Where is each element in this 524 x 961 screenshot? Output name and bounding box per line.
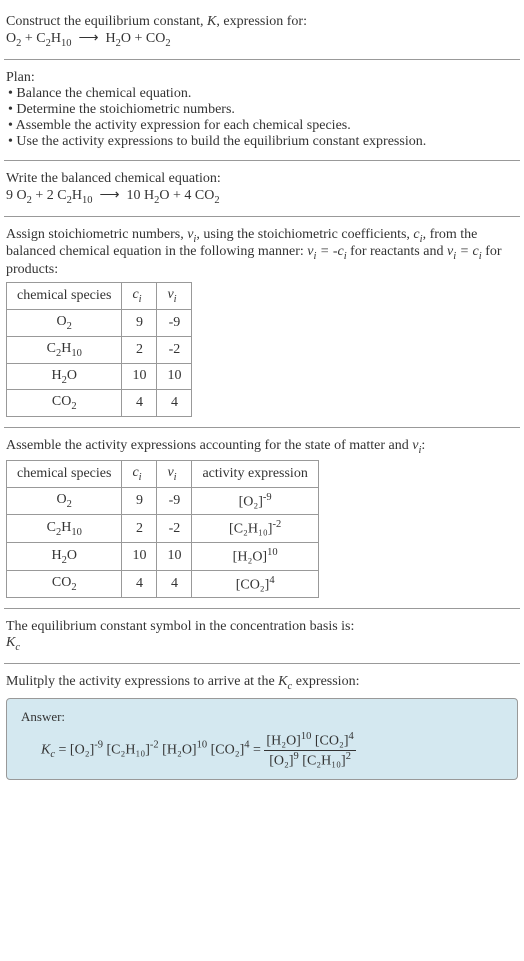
divider bbox=[4, 160, 520, 161]
cell-nui: 10 bbox=[157, 543, 192, 571]
cell-expr: [H₂O]10 bbox=[192, 543, 318, 571]
answer-label: Answer: bbox=[21, 709, 503, 725]
table-row: C2H10 2 -2 [C₂H₁₀]-2 bbox=[7, 515, 319, 543]
unbalanced-equation: O2 + C2H10 ⟶ H2O + CO2 bbox=[6, 30, 518, 49]
assign-section: Assign stoichiometric numbers, νi, using… bbox=[4, 221, 520, 424]
col-nui: νi bbox=[157, 460, 192, 487]
table-row: CO2 4 4 [CO₂]4 bbox=[7, 570, 319, 598]
balanced-section: Write the balanced chemical equation: 9 … bbox=[4, 165, 520, 212]
divider bbox=[4, 608, 520, 609]
plan-section: Plan: • Balance the chemical equation. •… bbox=[4, 64, 520, 156]
cell-ci: 2 bbox=[122, 336, 157, 363]
plan-item: • Assemble the activity expression for e… bbox=[6, 118, 518, 134]
cell-nui: 10 bbox=[157, 363, 192, 390]
table-header-row: chemical species ci νi activity expressi… bbox=[7, 460, 319, 487]
table-row: O2 9 -9 bbox=[7, 309, 192, 336]
multiply-section: Mulitply the activity expressions to arr… bbox=[4, 668, 520, 786]
cell-ci: 9 bbox=[122, 309, 157, 336]
cell-ci: 9 bbox=[122, 487, 157, 515]
cell-expr: [O₂]-9 bbox=[192, 487, 318, 515]
cell-ci: 10 bbox=[122, 543, 157, 571]
col-nui: νi bbox=[157, 283, 192, 310]
divider bbox=[4, 663, 520, 664]
cell-species: CO2 bbox=[7, 390, 122, 417]
cell-nui: 4 bbox=[157, 390, 192, 417]
cell-expr: [C₂H₁₀]-2 bbox=[192, 515, 318, 543]
stoich-table: chemical species ci νi O2 9 -9 C2H10 2 -… bbox=[6, 282, 192, 417]
col-species: chemical species bbox=[7, 460, 122, 487]
cell-nui: -2 bbox=[157, 515, 192, 543]
col-species: chemical species bbox=[7, 283, 122, 310]
cell-ci: 2 bbox=[122, 515, 157, 543]
symbol-text: The equilibrium constant symbol in the c… bbox=[6, 619, 518, 635]
table-row: C2H10 2 -2 bbox=[7, 336, 192, 363]
divider bbox=[4, 216, 520, 217]
kc-expression: Kc = [O₂]-9 [C₂H₁₀]-2 [H₂O]10 [CO₂]4 = [… bbox=[21, 731, 503, 769]
cell-nui: -9 bbox=[157, 487, 192, 515]
cell-species: H2O bbox=[7, 543, 122, 571]
divider bbox=[4, 59, 520, 60]
table-row: CO2 4 4 bbox=[7, 390, 192, 417]
construct-line: Construct the equilibrium constant, K, e… bbox=[6, 14, 518, 30]
activity-text: Assemble the activity expressions accoun… bbox=[6, 438, 518, 456]
table-row: O2 9 -9 [O₂]-9 bbox=[7, 487, 319, 515]
cell-ci: 4 bbox=[122, 570, 157, 598]
balanced-equation: 9 O2 + 2 C2H10 ⟶ 10 H2O + 4 CO2 bbox=[6, 187, 518, 206]
col-expr: activity expression bbox=[192, 460, 318, 487]
table-header-row: chemical species ci νi bbox=[7, 283, 192, 310]
col-ci: ci bbox=[122, 460, 157, 487]
divider bbox=[4, 427, 520, 428]
table-row: H2O 10 10 bbox=[7, 363, 192, 390]
cell-nui: -2 bbox=[157, 336, 192, 363]
plan-title: Plan: bbox=[6, 70, 518, 86]
answer-box: Answer: Kc = [O₂]-9 [C₂H₁₀]-2 [H₂O]10 [C… bbox=[6, 698, 518, 780]
cell-nui: -9 bbox=[157, 309, 192, 336]
activity-table: chemical species ci νi activity expressi… bbox=[6, 460, 319, 598]
cell-expr: [CO₂]4 bbox=[192, 570, 318, 598]
multiply-text: Mulitply the activity expressions to arr… bbox=[6, 674, 518, 692]
cell-species: H2O bbox=[7, 363, 122, 390]
fraction: [H₂O]10 [CO₂]4 [O₂]9 [C₂H₁₀]2 bbox=[264, 731, 355, 769]
cell-species: C2H10 bbox=[7, 515, 122, 543]
cell-nui: 4 bbox=[157, 570, 192, 598]
balanced-title: Write the balanced chemical equation: bbox=[6, 171, 518, 187]
activity-section: Assemble the activity expressions accoun… bbox=[4, 432, 520, 604]
cell-species: C2H10 bbox=[7, 336, 122, 363]
cell-species: O2 bbox=[7, 309, 122, 336]
plan-item: • Determine the stoichiometric numbers. bbox=[6, 102, 518, 118]
plan-item: • Use the activity expressions to build … bbox=[6, 134, 518, 150]
cell-species: O2 bbox=[7, 487, 122, 515]
table-row: H2O 10 10 [H₂O]10 bbox=[7, 543, 319, 571]
symbol-section: The equilibrium constant symbol in the c… bbox=[4, 613, 520, 659]
cell-species: CO2 bbox=[7, 570, 122, 598]
assign-text: Assign stoichiometric numbers, νi, using… bbox=[6, 227, 518, 279]
plan-item: • Balance the chemical equation. bbox=[6, 86, 518, 102]
problem-statement: Construct the equilibrium constant, K, e… bbox=[4, 8, 520, 55]
col-ci: ci bbox=[122, 283, 157, 310]
cell-ci: 10 bbox=[122, 363, 157, 390]
kc-symbol: Kc bbox=[6, 635, 518, 653]
cell-ci: 4 bbox=[122, 390, 157, 417]
